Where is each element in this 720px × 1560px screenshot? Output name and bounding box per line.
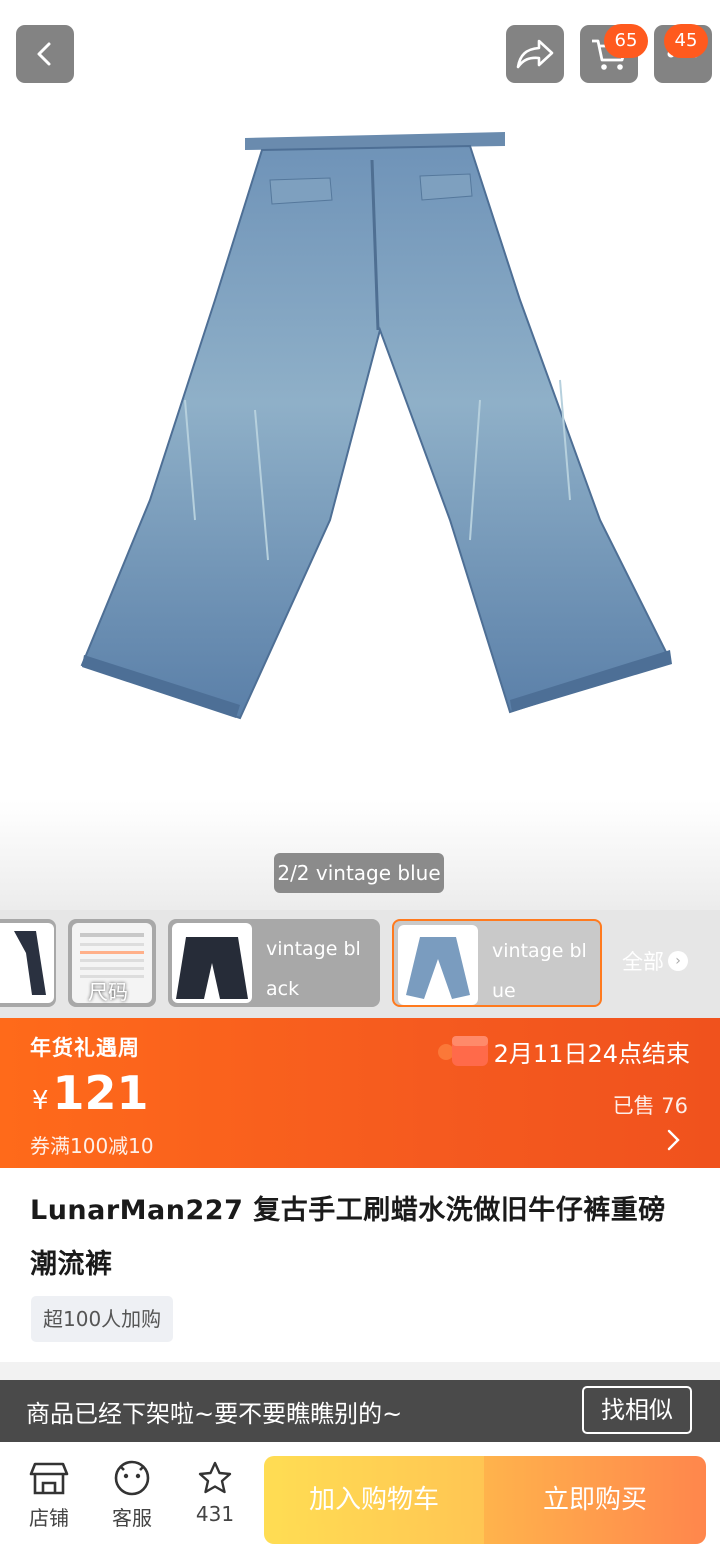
customer-service-button[interactable]: 客服	[97, 1460, 167, 1531]
vintage-blue-label: vintage bl ue	[492, 940, 587, 1002]
vintage-blue-image	[398, 925, 478, 1005]
customer-service-icon	[114, 1460, 150, 1496]
variant-thumb-size-chart[interactable]: 尺码	[68, 919, 156, 1007]
popularity-tag: 超100人加购	[31, 1296, 174, 1342]
section-divider	[0, 1362, 720, 1380]
currency-symbol: ¥	[32, 1086, 49, 1116]
find-similar-button[interactable]: 找相似	[582, 1386, 692, 1434]
chevron-right-icon: ›	[668, 951, 688, 971]
buy-now-button[interactable]: 立即购买	[484, 1456, 706, 1544]
all-variants-button[interactable]: 全部 ›	[622, 946, 688, 976]
promo-end-time: 2月11日24点结束	[493, 1040, 690, 1068]
chevron-left-icon	[37, 42, 51, 66]
jeans-product-image	[80, 132, 672, 720]
variant-thumb-vintage-black[interactable]: vintage bl ack	[168, 919, 380, 1007]
bottom-action-bar: 店铺 客服 431 加入购物车 立即购买	[0, 1442, 720, 1560]
shop-button[interactable]: 店铺	[14, 1460, 84, 1531]
variant-thumbnail-strip[interactable]: 尺码 vintage bl ack vintage bl ue 全部 ›	[0, 910, 720, 1018]
promo-price-banner: 年货礼遇周 2月11日24点结束 ¥ 121 已售 76 券满100减10	[0, 1018, 720, 1168]
gift-box-icon	[438, 1036, 488, 1066]
variant-thumb-partial[interactable]	[0, 919, 56, 1007]
delisted-notice-text: 商品已经下架啦~要不要瞧瞧别的~	[26, 1400, 403, 1428]
chevron-right-icon[interactable]	[666, 1128, 682, 1152]
coupon-text[interactable]: 券满100减10	[30, 1130, 154, 1159]
all-variants-label: 全部	[622, 950, 664, 974]
image-counter: 2/2 vintage blue	[274, 853, 444, 893]
vintage-black-label: vintage bl ack	[266, 938, 361, 1000]
price-value: 121	[52, 1066, 149, 1120]
product-image-gallery[interactable]: 65 45 2/2 vintage blue	[0, 0, 720, 910]
variant-thumb-vintage-blue[interactable]: vintage bl ue	[392, 919, 602, 1007]
price: ¥ 121	[32, 1066, 149, 1120]
share-icon	[516, 39, 554, 69]
purchase-actions: 加入购物车 立即购买	[264, 1456, 706, 1544]
share-button[interactable]	[506, 25, 564, 83]
cart-count-badge: 65	[604, 24, 648, 58]
back-button[interactable]	[16, 25, 74, 83]
size-chart-label: 尺码	[88, 980, 128, 1004]
message-count-badge: 45	[664, 24, 708, 58]
product-title: LunarMan227 复古手工刷蜡水洗做旧牛仔裤重磅潮流裤	[30, 1195, 666, 1280]
store-icon	[29, 1462, 69, 1495]
vintage-black-image	[172, 923, 252, 1003]
sold-count: 已售 76	[612, 1094, 688, 1118]
shop-label: 店铺	[29, 1506, 69, 1530]
add-to-cart-button[interactable]: 加入购物车	[264, 1456, 484, 1544]
star-icon	[198, 1461, 232, 1494]
variant-thumb-image	[0, 923, 54, 1003]
favorite-button[interactable]: 431	[180, 1460, 250, 1526]
favorites-count: 431	[195, 1502, 235, 1526]
customer-service-label: 客服	[112, 1506, 152, 1530]
promo-event-title: 年货礼遇周	[30, 1036, 140, 1060]
delisted-notice-bar: 商品已经下架啦~要不要瞧瞧别的~ 找相似	[0, 1380, 720, 1442]
